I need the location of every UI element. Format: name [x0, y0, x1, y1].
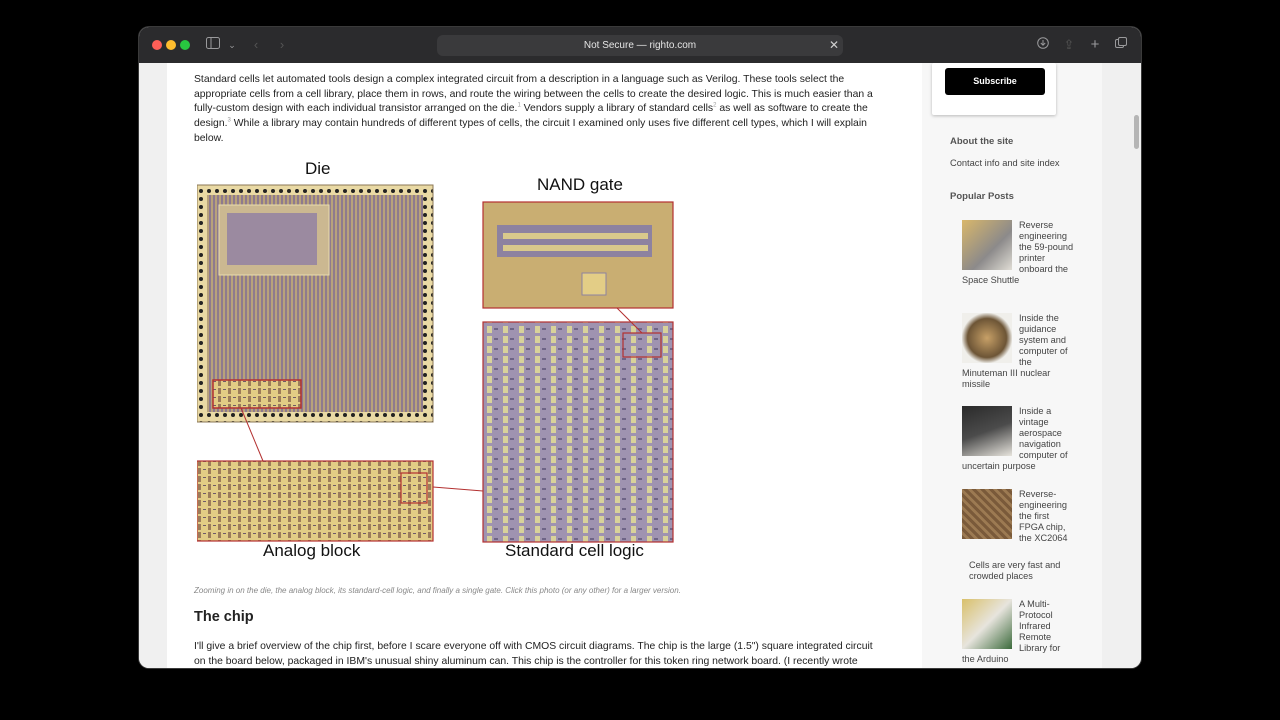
text-run: design.	[194, 118, 228, 130]
text-run: appropriate cells from a cell library, p…	[194, 88, 873, 100]
popular-post-link[interactable]: Reverse engineering the 59-pound printer…	[962, 220, 1074, 286]
forward-arrow-icon[interactable]: ›	[275, 36, 289, 54]
back-arrow-icon[interactable]: ‹	[249, 36, 263, 54]
post-title: Cells are very fast and crowded places	[969, 560, 1061, 581]
close-window-button[interactable]	[152, 40, 162, 50]
text-run: Standard cells let automated tools desig…	[194, 74, 845, 85]
about-heading: About the site	[950, 136, 1014, 147]
sidebar: Subscribe About the site Contact info an…	[922, 63, 1102, 668]
guidance-photo-icon	[962, 313, 1012, 363]
fpga-photo-icon	[962, 489, 1012, 539]
popular-post-link[interactable]: A Multi-Protocol Infrared Remote Library…	[962, 599, 1074, 665]
article-paragraph-1: Standard cells let automated tools desig…	[194, 73, 914, 147]
address-bar[interactable]: Not Secure — righto.com ✕	[437, 35, 843, 56]
page-scrollbar[interactable]	[1134, 115, 1139, 149]
text-run: as well as software to create the	[716, 103, 868, 115]
text-run: fully-custom design with each individual…	[194, 103, 518, 115]
arduino-photo-icon	[962, 599, 1012, 649]
chevron-down-icon[interactable]: ⌄	[227, 36, 237, 54]
popular-post-link[interactable]: Inside the guidance system and computer …	[962, 313, 1074, 390]
nav-computer-photo-icon	[962, 406, 1012, 456]
popular-post-link[interactable]: Cells are very fast and crowded places	[969, 560, 1074, 582]
browser-window: ⌄ ‹ › Not Secure — righto.com ✕ ⇪ + Stan…	[139, 27, 1141, 668]
die-photo-composite	[197, 184, 674, 543]
tab-overview-icon[interactable]	[1113, 36, 1129, 54]
subscribe-widget: Subscribe	[932, 63, 1056, 115]
text-run: Vendors supply a library of standard cel…	[520, 103, 714, 115]
text-run: below.	[194, 132, 224, 144]
subscribe-button[interactable]: Subscribe	[945, 68, 1045, 95]
printer-photo-icon	[962, 220, 1012, 270]
browser-toolbar: ⌄ ‹ › Not Secure — righto.com ✕ ⇪ +	[139, 27, 1141, 63]
section-heading: The chip	[194, 609, 254, 625]
text-run: I'll give a brief overview of the chip f…	[194, 641, 873, 652]
article-paragraph-2: I'll give a brief overview of the chip f…	[194, 640, 914, 668]
sidebar-toggle-icon[interactable]	[205, 36, 221, 54]
zoom-window-button[interactable]	[180, 40, 190, 50]
die-figure[interactable]: Die NAND gate Analog block Standard cell…	[197, 155, 682, 575]
popular-post-link[interactable]: Reverse-engineering the first FPGA chip,…	[962, 489, 1074, 544]
post-title: Reverse-engineering the first FPGA chip,…	[1019, 489, 1068, 543]
close-icon[interactable]: ✕	[829, 35, 839, 56]
new-tab-icon[interactable]: +	[1087, 36, 1103, 54]
popular-posts-heading: Popular Posts	[950, 191, 1014, 202]
text-run: While a library may contain hundreds of …	[230, 118, 867, 130]
address-text: Not Secure — righto.com	[583, 40, 697, 51]
share-icon[interactable]: ⇪	[1061, 36, 1077, 54]
download-icon[interactable]	[1035, 36, 1051, 54]
contact-link[interactable]: Contact info and site index	[950, 158, 1060, 168]
text-run: on the board below, packaged in IBM's un…	[194, 655, 858, 667]
figure-caption: Zooming in on the die, the analog block,…	[194, 586, 681, 595]
minimize-window-button[interactable]	[166, 40, 176, 50]
popular-post-link[interactable]: Inside a vintage aerospace navigation co…	[962, 406, 1074, 472]
page-viewport: Standard cells let automated tools desig…	[139, 63, 1141, 668]
